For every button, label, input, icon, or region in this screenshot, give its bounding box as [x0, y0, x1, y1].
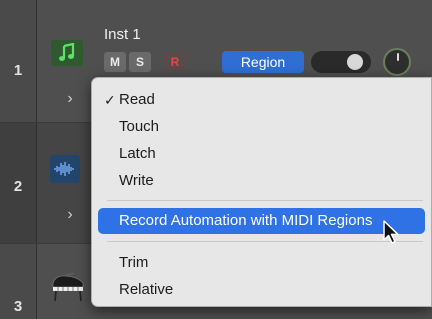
- solo-button[interactable]: S: [129, 52, 151, 72]
- toggle-knob: [347, 54, 363, 70]
- menu-item-write[interactable]: Write: [98, 168, 431, 194]
- track-number: 3: [13, 298, 23, 315]
- menu-item-label: Touch: [119, 118, 160, 135]
- track-name[interactable]: Inst 1: [104, 26, 141, 43]
- menu-separator: [107, 241, 423, 242]
- menu-item-label: Latch: [119, 145, 156, 162]
- track-number: 1: [13, 62, 23, 79]
- track-number-column: [0, 0, 37, 122]
- menu-item-label: Relative: [119, 281, 174, 298]
- menu-item-read[interactable]: ✓ Read: [98, 87, 431, 113]
- automation-mode-button[interactable]: Region: [222, 51, 304, 73]
- automation-mode-menu[interactable]: ✓ Read Touch Latch Write Record Automati…: [91, 77, 432, 307]
- music-note-icon[interactable]: [51, 40, 83, 66]
- waveform-icon[interactable]: [50, 155, 80, 183]
- chevron-right-icon[interactable]: ›: [64, 206, 76, 224]
- menu-item-touch[interactable]: Touch: [98, 114, 431, 140]
- mute-button[interactable]: M: [104, 52, 126, 72]
- menu-item-label: Write: [119, 172, 154, 189]
- menu-item-label: Record Automation with MIDI Regions: [119, 212, 373, 229]
- mouse-pointer-icon: [382, 220, 402, 251]
- track-number: 2: [13, 178, 23, 195]
- menu-item-record-automation-midi-regions[interactable]: Record Automation with MIDI Regions: [98, 208, 425, 234]
- checkmark-icon: ✓: [104, 92, 116, 108]
- record-enable-button[interactable]: R: [164, 52, 186, 72]
- chevron-right-icon[interactable]: ›: [64, 90, 76, 108]
- menu-separator: [107, 200, 423, 201]
- track-on-off-toggle[interactable]: [311, 51, 371, 73]
- menu-item-relative[interactable]: Relative: [98, 277, 431, 303]
- menu-item-trim[interactable]: Trim: [98, 250, 431, 276]
- menu-item-latch[interactable]: Latch: [98, 141, 431, 167]
- grand-piano-icon[interactable]: [50, 272, 86, 303]
- menu-item-label: Read: [119, 91, 155, 108]
- volume-knob[interactable]: [383, 48, 411, 76]
- menu-item-label: Trim: [119, 254, 149, 271]
